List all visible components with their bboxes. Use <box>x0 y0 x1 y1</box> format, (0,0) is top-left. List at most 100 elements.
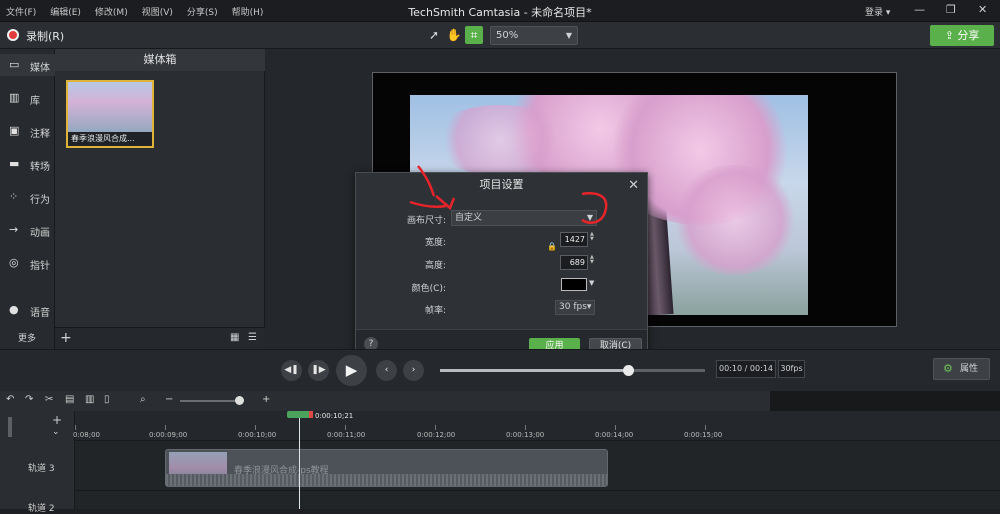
playhead-line[interactable] <box>299 418 300 509</box>
paste-icon[interactable]: ▥ <box>85 394 94 405</box>
cut-icon[interactable]: ✂ <box>45 394 53 405</box>
copy-icon[interactable]: ▤ <box>65 394 74 405</box>
behavior-icon: ⁘ <box>9 190 19 203</box>
scrub-bar[interactable] <box>440 365 705 376</box>
gear-icon: ⚙ <box>943 362 953 375</box>
nav-item-animation[interactable]: → 动画 <box>0 219 55 241</box>
nav-item-voice[interactable]: ● 语音 <box>0 299 55 321</box>
blossom-cluster <box>670 165 800 275</box>
menu-view[interactable]: 视图(V) <box>142 5 173 18</box>
menu-list: 文件(F) 编辑(E) 修改(M) 视图(V) 分享(S) 帮助(H) <box>6 5 263 18</box>
list-view-icon[interactable]: ☰ <box>248 332 257 343</box>
minimize-icon[interactable]: — <box>914 3 925 16</box>
annotation-icon: ▣ <box>9 124 20 137</box>
zoom-value: 50% <box>496 30 519 41</box>
properties-button[interactable]: ⚙ 属性 <box>933 358 990 380</box>
track-3[interactable]: 春季浪漫风合成-ps教程 <box>75 441 1000 491</box>
share-button[interactable]: ⇪ 分享 <box>930 25 994 46</box>
track-2[interactable] <box>75 491 1000 509</box>
tick-mark <box>255 425 256 430</box>
nav-label: 注释 <box>30 129 50 140</box>
add-media-icon[interactable]: + <box>60 330 72 346</box>
login-button[interactable]: 登录 ▾ <box>865 5 890 18</box>
height-field[interactable]: 689 <box>560 255 588 270</box>
nav-label: 媒体 <box>30 63 50 74</box>
close-icon[interactable]: ✕ <box>628 178 639 193</box>
voice-icon: ● <box>9 303 19 316</box>
nav-label: 库 <box>30 96 40 107</box>
pan-tool-icon[interactable]: ✋ <box>445 26 463 44</box>
menu-help[interactable]: 帮助(H) <box>232 5 264 18</box>
media-thumbnail[interactable]: 春季浪漫风合成... <box>66 80 154 148</box>
search-icon[interactable]: ⌕ <box>140 394 146 405</box>
height-label: 高度: <box>424 261 446 271</box>
nav-item-annotation[interactable]: ▣ 注释 <box>0 120 55 142</box>
framerate-select[interactable]: 30 fps▾ <box>555 300 595 315</box>
side-nav: ▭ 媒体 ▥ 库 ▣ 注释 ▬ 转场 ⁘ 行为 → 动画 ◎ 指针 ● 语音 更… <box>0 49 55 349</box>
tick-label: 0:00:11;00 <box>327 431 366 439</box>
scrub-handle[interactable] <box>623 365 635 376</box>
next-icon[interactable]: › <box>403 360 424 381</box>
menu-share[interactable]: 分享(S) <box>187 5 218 18</box>
nav-item-cursor[interactable]: ◎ 指针 <box>0 252 55 274</box>
tick-mark <box>615 425 616 430</box>
grid-view-icon[interactable]: ▦ <box>230 332 239 343</box>
bin-title: 媒体箱 <box>55 49 265 71</box>
nav-item-behavior[interactable]: ⁘ 行为 <box>0 186 55 208</box>
timeline-ruler[interactable]: 0:00:10;21 0:08;00 0:00:09;00 0:00:10;00… <box>73 411 1000 441</box>
close-icon[interactable]: ✕ <box>978 3 987 16</box>
undo-icon[interactable]: ↶ <box>6 394 14 405</box>
zoom-select[interactable]: 50% ▼ <box>490 26 578 45</box>
step-back-icon[interactable]: ◀❚ <box>281 360 302 381</box>
redo-icon[interactable]: ↷ <box>25 394 33 405</box>
nav-item-transition[interactable]: ▬ 转场 <box>0 153 55 175</box>
track-height-handle[interactable] <box>8 417 12 437</box>
crop-tool-icon[interactable]: ⌗ <box>465 26 483 44</box>
playback-bar: ◀❚ ❚▶ ▶ ‹ › 00:10 / 00:14 30fps ⚙ 属性 <box>0 349 1000 391</box>
menu-file[interactable]: 文件(F) <box>6 5 36 18</box>
split-icon[interactable]: ▯ <box>104 394 110 405</box>
zoom-out-icon[interactable]: − <box>165 394 173 405</box>
nav-label: 动画 <box>30 228 50 239</box>
tick-label: 0:08;00 <box>73 431 100 439</box>
tick-label: 0:00:10;00 <box>238 431 277 439</box>
lock-icon[interactable]: 🔒 <box>547 242 557 251</box>
color-swatch[interactable] <box>561 278 587 291</box>
step-forward-icon[interactable]: ❚▶ <box>308 360 329 381</box>
scrub-progress <box>440 369 629 372</box>
track-label: 轨道 3 <box>28 464 55 474</box>
media-name: 春季浪漫风合成... <box>68 132 152 146</box>
menu-edit[interactable]: 编辑(E) <box>50 5 81 18</box>
record-icon[interactable] <box>7 29 19 41</box>
add-track-icon[interactable]: + <box>52 413 62 427</box>
more-button[interactable]: 更多 <box>18 331 36 344</box>
zoom-slider-handle[interactable] <box>235 396 244 405</box>
zoom-in-icon[interactable]: + <box>262 394 270 405</box>
tick-label: 0:00:09;00 <box>149 431 188 439</box>
chevron-down-icon[interactable]: ▼ <box>589 279 594 287</box>
chevron-down-icon[interactable]: ⌄ <box>52 427 60 437</box>
bin-footer: + ▦ ☰ <box>55 327 265 349</box>
height-stepper-icon[interactable]: ▲ ▼ <box>590 255 594 265</box>
play-icon[interactable]: ▶ <box>336 355 367 386</box>
record-button[interactable]: 录制(R) <box>26 28 64 44</box>
menu-modify[interactable]: 修改(M) <box>95 5 128 18</box>
playhead-range-marker[interactable] <box>287 411 313 418</box>
share-label: 分享 <box>957 29 980 42</box>
nav-item-library[interactable]: ▥ 库 <box>0 87 55 109</box>
tick-mark <box>165 425 166 430</box>
pointer-tool-icon[interactable]: ➚ <box>425 26 443 44</box>
playhead-time: 0:00:10;21 <box>315 412 354 420</box>
timeline-zoom-slider[interactable] <box>180 396 244 405</box>
timecode-display: 00:10 / 00:14 <box>716 360 776 378</box>
media-icon: ▭ <box>9 58 20 71</box>
toolbar: 录制(R) ➚ ✋ ⌗ 50% ▼ ⇪ 分享 <box>0 22 1000 49</box>
chevron-down-icon: ▼ <box>565 31 572 40</box>
out-point-marker[interactable] <box>309 411 313 418</box>
audio-waveform <box>166 474 607 486</box>
maximize-icon[interactable]: ❐ <box>946 3 956 16</box>
media-clip[interactable]: 春季浪漫风合成-ps教程 <box>165 449 608 487</box>
tick-label: 0:00:14;00 <box>595 431 634 439</box>
nav-item-media[interactable]: ▭ 媒体 <box>0 54 55 76</box>
prev-icon[interactable]: ‹ <box>376 360 397 381</box>
